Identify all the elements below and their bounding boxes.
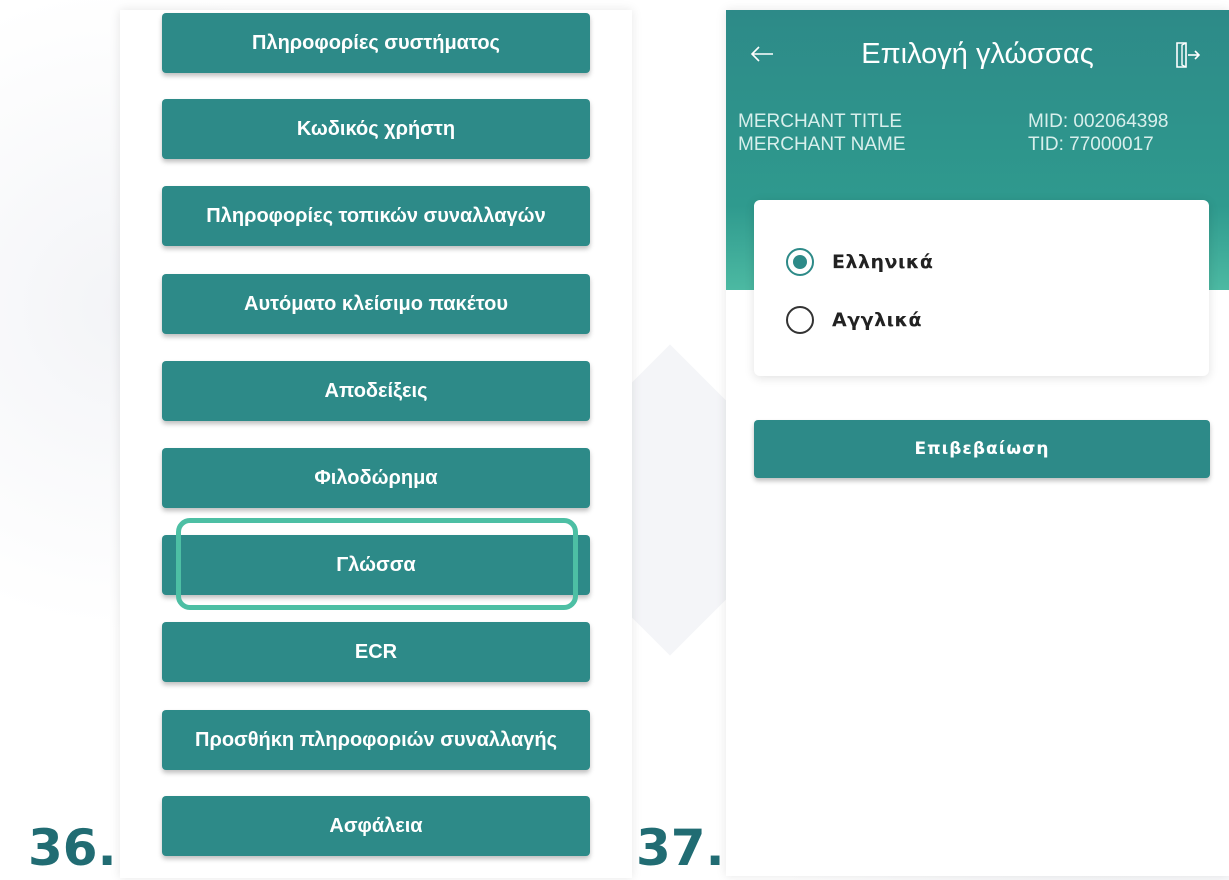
menu-button-ecr[interactable]: ECR (162, 622, 590, 682)
step-number-37: 37. (636, 819, 725, 877)
menu-button-add-transaction-info[interactable]: Προσθήκη πληροφοριών συναλλαγής (162, 710, 590, 770)
merchant-name: MERCHANT NAME (738, 134, 906, 155)
menu-button-local-transactions[interactable]: Πληροφορίες τοπικών συναλλαγών (162, 186, 590, 246)
menu-button-tip[interactable]: Φιλοδώρημα (162, 448, 590, 508)
menu-button-label: Αυτόματο κλείσιμο πακέτου (244, 292, 508, 315)
radio-button[interactable] (786, 306, 814, 334)
menu-button-label: Φιλοδώρημα (314, 466, 438, 489)
merchant-id: MID: 002064398 (1028, 111, 1169, 132)
page-title: Επιλογή γλώσσας (861, 38, 1094, 70)
confirm-button-label: Επιβεβαίωση (914, 439, 1050, 459)
confirm-button[interactable]: Επιβεβαίωση (754, 420, 1210, 478)
menu-button-user-code[interactable]: Κωδικός χρήστη (162, 99, 590, 159)
merchant-info: MERCHANT TITLE MERCHANT NAME (738, 110, 906, 156)
menu-button-security[interactable]: Ασφάλεια (162, 796, 590, 856)
settings-menu-screen: Πληροφορίες συστήματος Κωδικός χρήστη Πλ… (120, 10, 632, 878)
menu-button-label: Κωδικός χρήστη (296, 117, 456, 140)
menu-button-auto-batch-close[interactable]: Αυτόματο κλείσιμο πακέτου (162, 274, 590, 334)
language-highlight-ring (176, 518, 578, 610)
radio-button-selected[interactable] (786, 248, 814, 276)
menu-button-label: Πληροφορίες τοπικών συναλλαγών (206, 204, 546, 227)
step-number-36: 36. (28, 819, 117, 877)
terminal-id: TID: 77000017 (1028, 134, 1154, 155)
language-option-label: Ελληνικά (832, 251, 934, 273)
language-option-english[interactable]: Αγγλικά (786, 306, 922, 334)
language-selection-screen: Επιλογή γλώσσας MERCHANT TITLE MERCHANT … (726, 10, 1229, 876)
menu-button-label: ECR (354, 640, 398, 663)
language-option-greek[interactable]: Ελληνικά (786, 248, 933, 276)
menu-button-label: Ασφάλεια (329, 814, 423, 837)
menu-button-label: Πληροφορίες συστήματος (252, 31, 500, 54)
menu-button-system-info[interactable]: Πληροφορίες συστήματος (162, 13, 590, 73)
menu-button-label: Προσθήκη πληροφοριών συναλλαγής (195, 728, 557, 751)
logout-icon[interactable] (1173, 40, 1201, 70)
menu-button-receipts[interactable]: Αποδείξεις (162, 361, 590, 421)
language-options-card: Ελληνικά Αγγλικά (754, 200, 1209, 376)
menu-button-label: Αποδείξεις (324, 379, 428, 402)
merchant-title: MERCHANT TITLE (738, 111, 902, 132)
terminal-info: MID: 002064398 TID: 77000017 (1028, 110, 1169, 156)
language-option-label: Αγγλικά (832, 309, 923, 331)
